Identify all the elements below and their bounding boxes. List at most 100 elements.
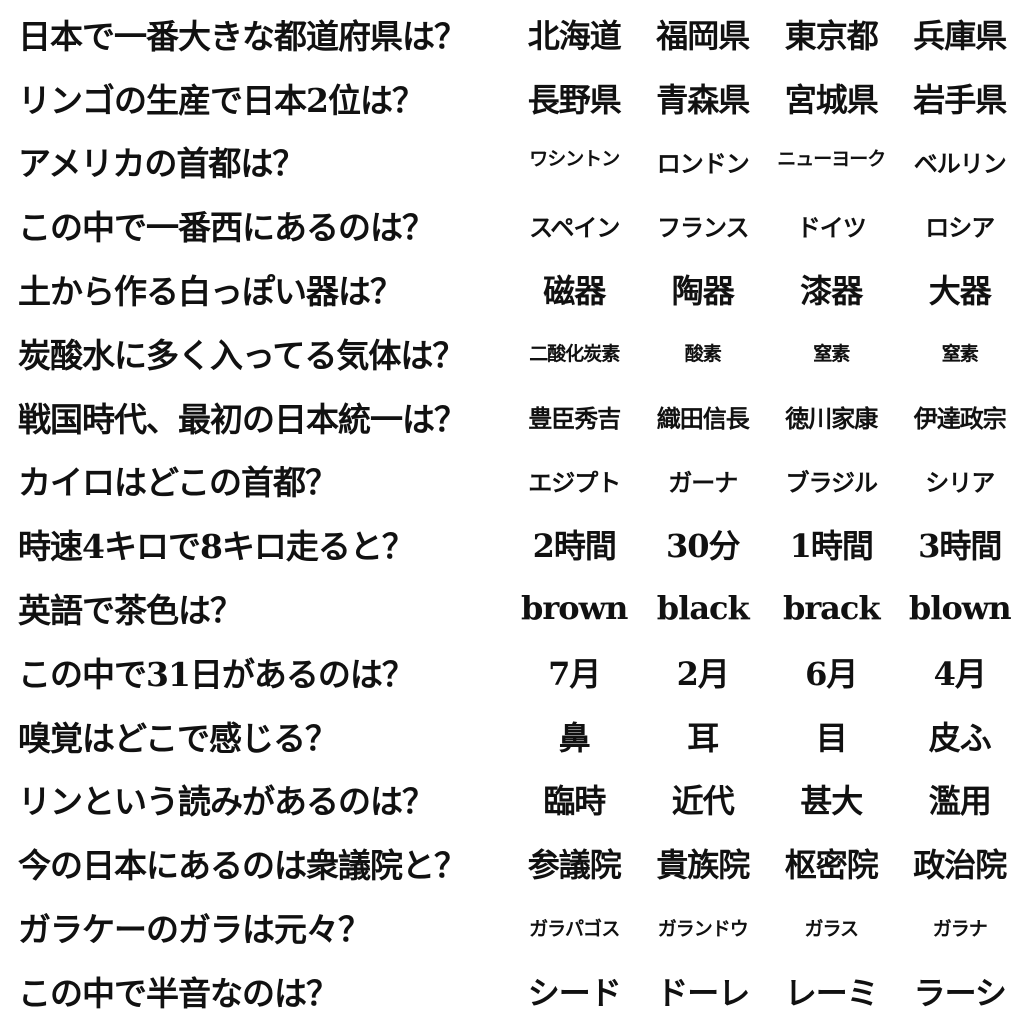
- choice-3: 宮城県: [784, 80, 879, 119]
- question-text: この中で半音なのは？: [18, 973, 339, 1013]
- choice-1: 磁器: [543, 272, 606, 311]
- choice-1: シード: [527, 973, 622, 1012]
- quiz-row: 嗅覚はどこで感じる？ 鼻 耳 目 皮ふ: [0, 704, 1024, 768]
- choice-3: 甚大: [800, 782, 863, 821]
- choice-3: ドイツ: [796, 212, 867, 242]
- quiz-row: カイロはどこの首都？ エジプト ガーナ ブラジル シリア: [0, 449, 1024, 513]
- question-text: カイロはどこの首都？: [18, 463, 338, 503]
- quiz-row: アメリカの首都は？ ワシントン ロンドン ニューヨーク ベルリン: [0, 130, 1024, 194]
- question-text: 戦国時代、最初の日本統一は？: [18, 399, 467, 439]
- quiz-row: ガラケーのガラは元々？ ガラパゴス ガランドウ ガラス ガラナ: [0, 895, 1024, 959]
- choice-4: 4月: [933, 654, 987, 693]
- choice-3: 徳川家康: [785, 404, 878, 434]
- choice-group: 北海道 福岡県 東京都 兵庫県: [510, 11, 1024, 57]
- choice-1: スペイン: [529, 212, 620, 242]
- choice-4: 3時間: [918, 527, 1002, 566]
- choice-1: 参議院: [527, 846, 622, 885]
- choice-2: 耳: [687, 718, 719, 757]
- choice-4: シリア: [925, 467, 995, 497]
- question-text: 炭酸水に多く入ってる気体は？: [18, 335, 465, 375]
- choice-1: 2時間: [532, 527, 617, 566]
- choice-3: 枢密院: [784, 846, 879, 885]
- choice-4: ラーシ: [913, 973, 1007, 1012]
- choice-group: スペイン フランス ドイツ ロシア: [510, 208, 1024, 243]
- choice-2: 青森県: [656, 80, 750, 119]
- choice-group: 二酸化炭素 酸素 窒素 窒素: [510, 339, 1024, 366]
- choice-group: 豊臣秀吉 織田信長 徳川家康 伊達政宗: [510, 399, 1024, 434]
- choice-1: 7月: [548, 654, 601, 693]
- choice-3: 窒素: [813, 343, 850, 366]
- choice-2: ロンドン: [656, 148, 750, 178]
- choice-2: ガーナ: [668, 467, 738, 497]
- choice-3: 東京都: [784, 16, 879, 55]
- quiz-row: 英語で茶色は？ brown black brack blown: [0, 576, 1024, 640]
- quiz-row: この中で半音なのは？ シード ドーレ レーミ ラーシ: [0, 959, 1024, 1023]
- choice-3: 1時間: [789, 527, 874, 566]
- choice-2: フランス: [656, 212, 750, 242]
- choice-2: 福岡県: [656, 16, 750, 55]
- quiz-row: リンゴの生産で日本2位は？ 長野県 青森県 宮城県 岩手県: [0, 66, 1024, 130]
- choice-4: blown: [908, 589, 1012, 628]
- choice-4: 窒素: [941, 343, 979, 366]
- question-text: 時速4キロで8キロ走ると？: [18, 527, 415, 567]
- choice-group: 参議院 貴族院 枢密院 政治院: [510, 840, 1024, 886]
- choice-2: 30分: [665, 527, 741, 566]
- question-text: リンゴの生産で日本2位は？: [18, 80, 425, 120]
- question-text: 日本で一番大きな都道府県は？: [18, 16, 467, 56]
- choice-group: ワシントン ロンドン ニューヨーク ベルリン: [510, 144, 1024, 179]
- choice-2: 織田信長: [656, 404, 750, 434]
- question-text: 英語で茶色は？: [18, 591, 243, 631]
- choice-1: brown: [521, 589, 628, 628]
- choice-3: レーミ: [784, 973, 879, 1012]
- quiz-row: リンという読みがあるのは？ 臨時 近代 甚大 濫用: [0, 768, 1024, 832]
- choice-2: ドーレ: [656, 973, 750, 1012]
- question-text: 嗅覚はどこで感じる？: [18, 718, 338, 758]
- choice-4: ロシア: [925, 212, 995, 242]
- choice-group: 2時間 30分 1時間 3時間: [510, 521, 1024, 567]
- choice-group: brown black brack blown: [510, 589, 1024, 627]
- choice-1: ワシントン: [529, 147, 620, 170]
- question-text: この中で一番西にあるのは？: [18, 208, 435, 248]
- choice-2: ガランドウ: [657, 917, 749, 940]
- choice-3: ガラス: [804, 917, 859, 940]
- choice-3: brack: [782, 589, 881, 628]
- quiz-row: 炭酸水に多く入ってる気体は？ 二酸化炭素 酸素 窒素 窒素: [0, 321, 1024, 385]
- choice-4: 大器: [928, 272, 992, 311]
- choice-2: 近代: [671, 782, 735, 821]
- quiz-row: 土から作る白っぽい器は？ 磁器 陶器 漆器 大器: [0, 257, 1024, 321]
- choice-2: black: [656, 589, 750, 628]
- choice-2: 貴族院: [656, 846, 750, 885]
- quiz-row: 日本で一番大きな都道府県は？ 北海道 福岡県 東京都 兵庫県: [0, 2, 1024, 66]
- choice-3: ブラジル: [785, 467, 878, 497]
- quiz-row: この中で一番西にあるのは？ スペイン フランス ドイツ ロシア: [0, 193, 1024, 257]
- choice-group: シード ドーレ レーミ ラーシ: [510, 968, 1024, 1014]
- choice-4: 岩手県: [913, 80, 1007, 119]
- choice-4: ベルリン: [913, 148, 1007, 178]
- choice-1: ガラパゴス: [529, 917, 620, 940]
- choice-3: ニューヨーク: [777, 147, 886, 170]
- choice-1: 長野県: [527, 80, 622, 119]
- choice-3: 目: [815, 718, 848, 757]
- quiz-row: この中で31日があるのは？ 7月 2月 6月 4月: [0, 640, 1024, 704]
- choice-4: ガラナ: [932, 917, 988, 940]
- choice-2: 陶器: [671, 272, 735, 311]
- question-text: 今の日本にあるのは衆議院と？: [18, 846, 467, 886]
- choice-group: エジプト ガーナ ブラジル シリア: [510, 463, 1024, 498]
- choice-4: 伊達政宗: [913, 404, 1007, 434]
- choice-4: 皮ふ: [928, 718, 992, 757]
- choice-group: 鼻 耳 目 皮ふ: [510, 713, 1024, 759]
- choice-1: エジプト: [528, 467, 621, 497]
- quiz-sheet: 日本で一番大きな都道府県は？ 北海道 福岡県 東京都 兵庫県リンゴの生産で日本2位は？ 長…: [0, 0, 1024, 1024]
- choice-4: 濫用: [928, 782, 992, 821]
- choice-2: 2月: [676, 654, 730, 693]
- choice-group: 長野県 青森県 宮城県 岩手県: [510, 75, 1024, 121]
- choice-group: 臨時 近代 甚大 濫用: [510, 776, 1024, 822]
- choice-group: ガラパゴス ガランドウ ガラス ガラナ: [510, 914, 1024, 941]
- choice-4: 政治院: [913, 846, 1007, 885]
- quiz-row: 今の日本にあるのは衆議院と？ 参議院 貴族院 枢密院 政治院: [0, 831, 1024, 895]
- quiz-row: 戦国時代、最初の日本統一は？ 豊臣秀吉 織田信長 徳川家康 伊達政宗: [0, 385, 1024, 449]
- choice-3: 6月: [805, 654, 858, 693]
- choice-1: 豊臣秀吉: [528, 404, 621, 434]
- quiz-row: 時速4キロで8キロ走ると？ 2時間 30分 1時間 3時間: [0, 512, 1024, 576]
- choice-1: 鼻: [558, 718, 591, 757]
